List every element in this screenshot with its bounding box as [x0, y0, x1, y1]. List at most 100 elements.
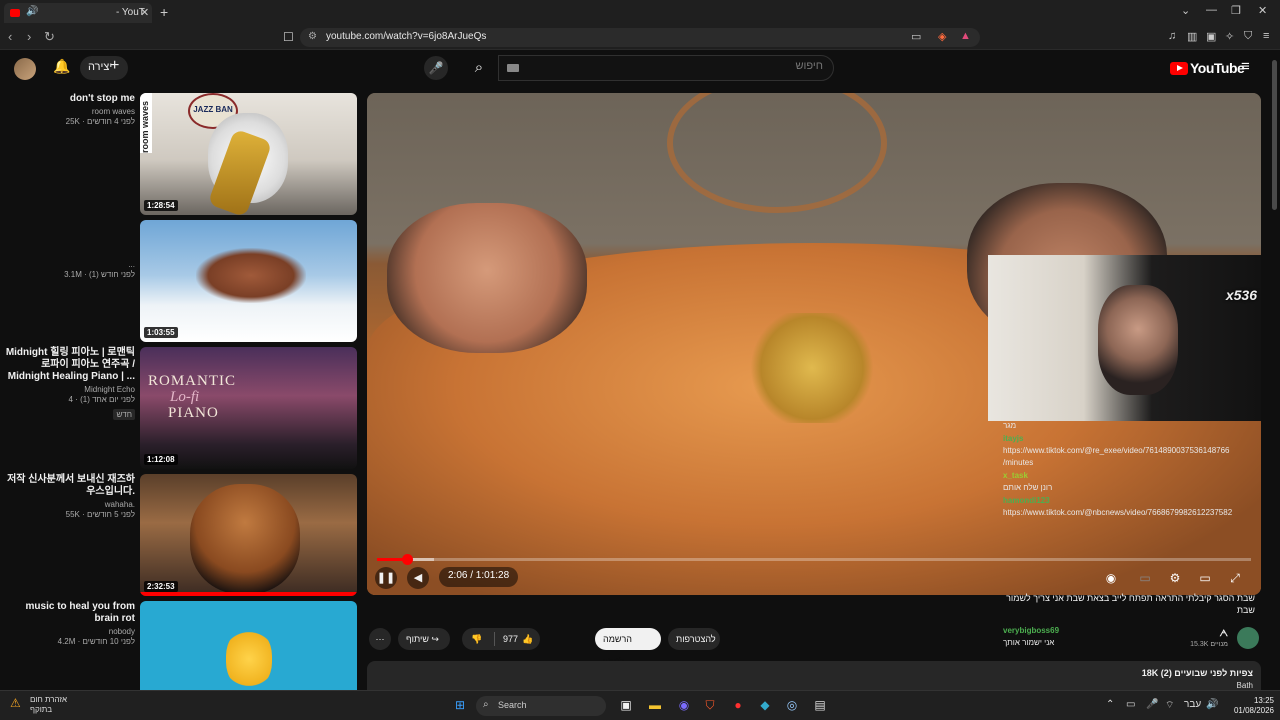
search-icon[interactable]: ⌕ — [462, 55, 496, 81]
list-item[interactable]: 저작 신사분께서 보내신 재즈하우스입니다. wahaha. 55K · לפנ… — [0, 474, 360, 596]
rec-channel[interactable]: nobody — [0, 627, 135, 636]
rec-thumbnail[interactable]: JAZZ BAN room waves 1:28:54 — [140, 93, 357, 215]
mic-tray-icon[interactable]: 🎤 — [1146, 699, 1158, 710]
fullscreen-icon[interactable]: ⤢ — [1224, 567, 1246, 589]
dislike-icon[interactable]: 👎 — [471, 628, 482, 650]
rec-title[interactable]: Midnight 힐링 피아노 | 로맨틱 로파이 피아노 연주곡 / Midn… — [0, 347, 135, 383]
rec-channel[interactable]: wahaha. — [0, 500, 135, 509]
cast-icon[interactable]: ▭ — [911, 30, 921, 43]
rec-thumbnail[interactable] — [140, 601, 357, 691]
pause-icon[interactable]: ❚❚ — [375, 567, 397, 589]
chat-text: https://www.tiktok.com/@nbcnews/video/76… — [1003, 508, 1233, 517]
input-language[interactable]: עבר — [1184, 699, 1201, 710]
like-icon[interactable]: 👍 — [522, 628, 533, 650]
hamburger-menu-icon[interactable]: ≡ — [1241, 58, 1250, 75]
task-view-icon[interactable]: ▣ — [618, 697, 634, 713]
join-button[interactable]: להצטרפות — [668, 628, 720, 650]
list-item[interactable]: music to heal you from brain rot nobody … — [0, 601, 360, 691]
chat-message: hamondi123 https://www.tiktok.com/@nbcnew… — [1003, 495, 1261, 519]
reload-icon[interactable]: ↻ — [44, 29, 55, 45]
leo-icon[interactable]: ✧ — [1225, 30, 1234, 43]
progress-bar[interactable] — [377, 554, 1251, 565]
brave-rewards-icon[interactable]: ▲ — [960, 30, 971, 42]
rec-thumbnail[interactable]: 2:32:53 — [140, 474, 357, 596]
autoplay-toggle-icon[interactable]: ◉ — [1100, 567, 1122, 589]
restore-icon[interactable]: ❐ — [1231, 4, 1241, 17]
golden-object-image — [747, 313, 877, 423]
battery-icon[interactable]: ▭ — [1126, 699, 1135, 710]
list-item[interactable]: ... 3.1M · לפני חודש (1) 1:03:55 — [0, 220, 360, 342]
clock[interactable]: 13:25 01/08/2026 — [1226, 696, 1274, 716]
app-icon-2[interactable]: ▤ — [812, 697, 828, 713]
volume-icon[interactable]: ◀ — [407, 567, 429, 589]
vpn-icon[interactable]: ⛉ — [1244, 30, 1252, 43]
rec-stats: 55K · לפני 5 חודשים — [65, 510, 135, 519]
forward-icon[interactable]: › — [27, 29, 31, 44]
settings-gear-icon[interactable]: ⚙ — [1164, 567, 1186, 589]
back-icon[interactable]: ‹ — [8, 29, 12, 44]
subtitles-icon[interactable]: ▭ — [1134, 567, 1156, 589]
discord-icon[interactable]: ◉ — [676, 697, 692, 713]
chat-text: מגר — [1003, 421, 1017, 430]
rec-title[interactable]: music to heal you from brain rot — [0, 601, 135, 625]
chat-username: x_task — [1003, 471, 1028, 480]
tray-overflow-icon[interactable]: ⌃ — [1106, 699, 1114, 710]
minimize-icon[interactable]: — — [1206, 4, 1217, 16]
keyboard-icon[interactable] — [507, 64, 519, 72]
taskbar-search[interactable]: ⌕ Search — [476, 696, 606, 716]
speaker-icon[interactable]: 🔊 — [26, 6, 38, 17]
wallet-icon[interactable]: ▣ — [1206, 30, 1216, 43]
close-tab-icon[interactable]: ✕ — [140, 6, 149, 19]
browser-menu-icon[interactable]: ≡ — [1263, 30, 1269, 42]
rec-title[interactable]: don't stop me — [0, 93, 135, 105]
warning-icon[interactable]: ⚠ — [10, 696, 21, 710]
notifications-bell-icon[interactable]: 🔔 — [53, 58, 70, 75]
bookmark-icon[interactable]: ☐ — [283, 30, 294, 44]
list-item[interactable]: don't stop me room waves 25K · לפני 4 חו… — [0, 93, 360, 215]
scrubber-handle[interactable] — [401, 554, 413, 565]
rec-channel[interactable]: room waves — [0, 107, 135, 116]
rec-thumbnail[interactable]: 1:03:55 — [140, 220, 357, 342]
file-explorer-icon[interactable]: ▬ — [647, 697, 663, 713]
rec-channel[interactable]: ... — [0, 260, 135, 269]
warning-line2: בתוקף — [30, 705, 53, 714]
search-input[interactable] — [523, 60, 823, 72]
url-bar[interactable]: ⚙ youtube.com/watch?v=6jo8ArJueQs — [300, 28, 980, 47]
weather-warning[interactable]: אזהרת חום בתוקף — [30, 695, 67, 715]
subscribe-button[interactable]: הרשמה למינוי — [595, 628, 661, 666]
site-settings-icon[interactable]: ⚙ — [308, 31, 317, 42]
brave-browser-icon[interactable]: ⛉ — [702, 697, 718, 713]
close-window-icon[interactable]: ✕ — [1258, 4, 1267, 17]
like-count[interactable]: 977 — [503, 628, 518, 650]
list-item[interactable]: Midnight 힐링 피아노 | 로맨틱 로파이 피아노 연주곡 / Midn… — [0, 347, 360, 469]
volume-tray-icon[interactable]: 🔊 — [1206, 699, 1218, 710]
sidebar-icon[interactable]: ▥ — [1187, 30, 1197, 43]
voice-search-icon[interactable]: 🎤 — [424, 56, 448, 80]
tab-youtube[interactable]: 🔊 - YouT ✕ — [4, 3, 152, 23]
video-player[interactable]: x536 מגר itayjs https://www.tiktok.com/@r… — [367, 93, 1261, 595]
media-icon[interactable]: ♫ — [1168, 30, 1176, 42]
rec-thumbnail[interactable]: ROMANTIC Lo-fi PIANO 1:12:08 — [140, 347, 357, 469]
network-icon[interactable]: ⌔ — [1165, 699, 1174, 712]
windows-start-icon[interactable]: ⊞ — [452, 697, 468, 713]
app-icon[interactable]: ◆ — [757, 697, 773, 713]
brave-shield-icon[interactable]: ◈ — [938, 30, 946, 43]
create-button[interactable]: יצירה + — [80, 56, 128, 80]
steam-icon[interactable]: ◎ — [784, 697, 800, 713]
channel-name[interactable]: ᗅ — [1160, 628, 1228, 639]
new-tab-icon[interactable]: + — [160, 4, 168, 20]
search-box[interactable] — [498, 55, 834, 81]
avatar[interactable] — [14, 58, 36, 80]
share-button[interactable]: שיתוף ↪ — [398, 628, 450, 650]
description-text: Bath — [1236, 681, 1253, 690]
description-box[interactable]: 18K צפיות לפני שבועיים (2) Bath — [367, 661, 1261, 690]
rec-title[interactable]: 저작 신사분께서 보내신 재즈하우스입니다. — [0, 474, 135, 498]
chrome-icon[interactable]: ● — [730, 697, 746, 713]
theater-mode-icon[interactable]: ▭ — [1194, 567, 1216, 589]
rec-channel[interactable]: Midnight Echo — [0, 385, 135, 394]
channel-avatar[interactable] — [1237, 627, 1259, 649]
tab-list-icon[interactable]: ⌄ — [1181, 4, 1190, 17]
page-scrollbar[interactable] — [1272, 60, 1277, 210]
youtube-logo[interactable]: YouTube — [1170, 60, 1245, 76]
more-actions-icon[interactable]: ⋯ — [369, 628, 391, 650]
